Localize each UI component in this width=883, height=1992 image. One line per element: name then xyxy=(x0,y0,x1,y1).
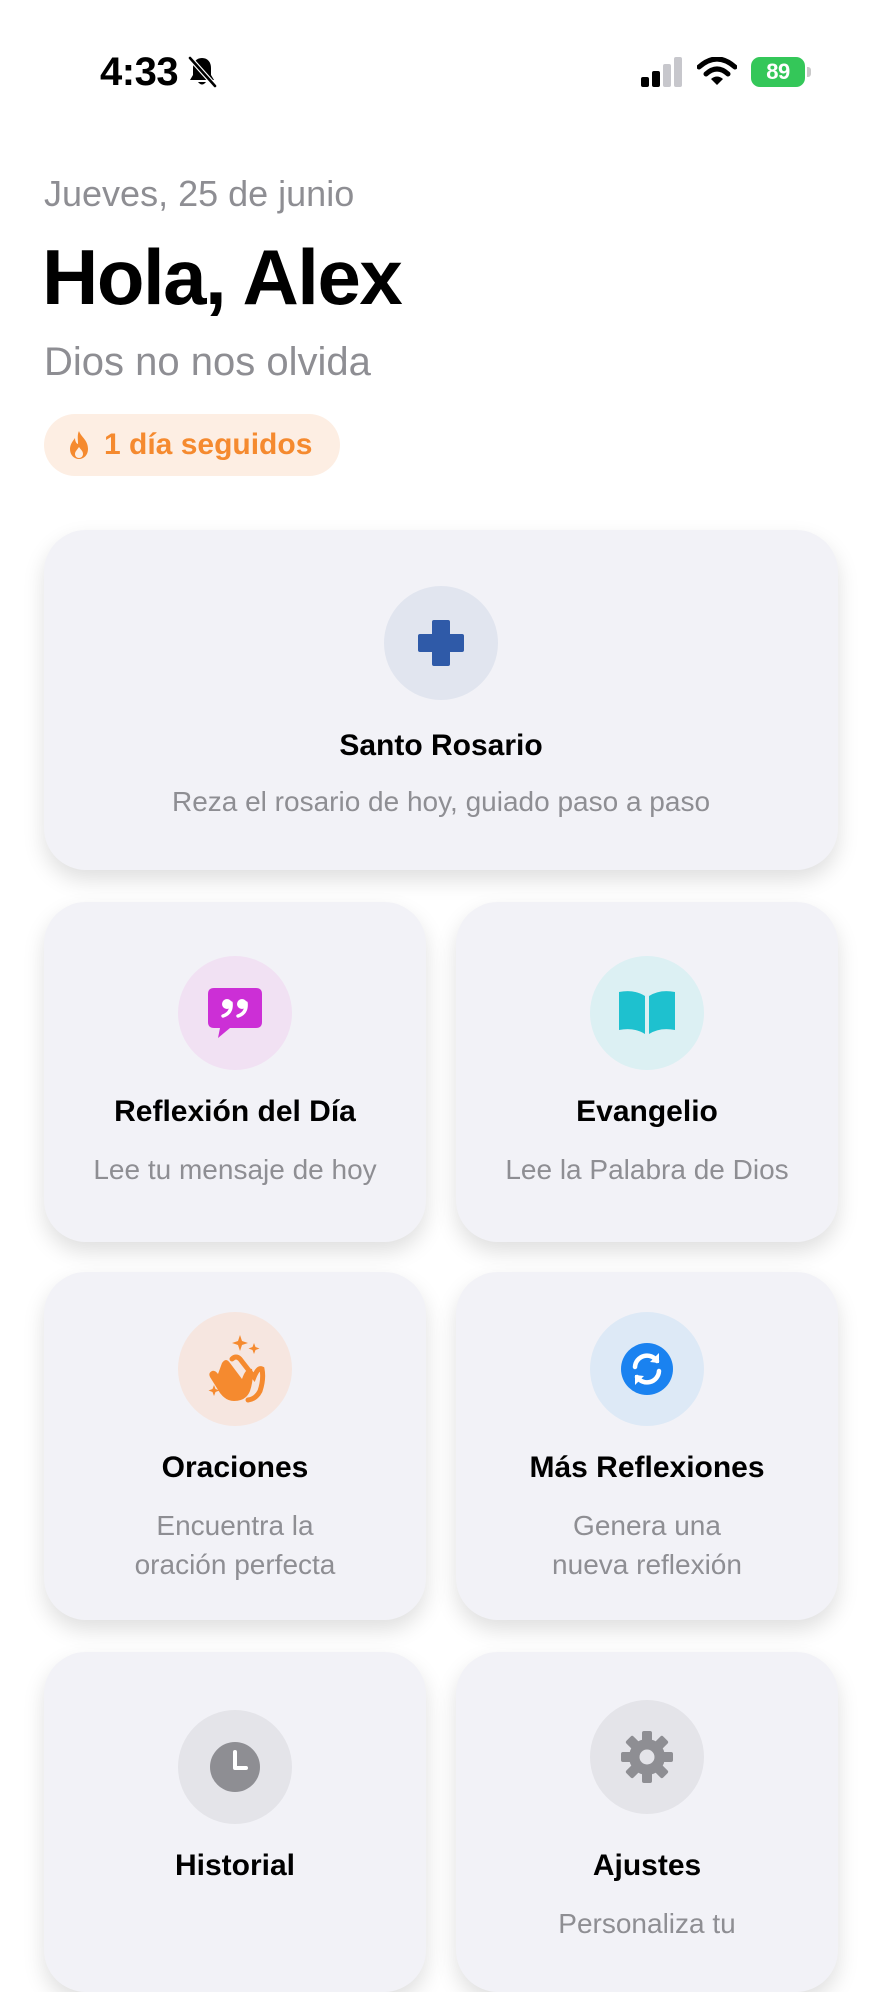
status-time: 4:33 xyxy=(100,50,179,94)
oraciones-icon-circle xyxy=(178,1312,292,1426)
mas-reflexiones-desc: Genera una nueva reflexión xyxy=(476,1506,818,1584)
mas-reflexiones-desc-line2: nueva reflexión xyxy=(552,1549,742,1580)
ajustes-icon-circle xyxy=(590,1700,704,1814)
battery-cap xyxy=(807,67,811,77)
evangelio-title: Evangelio xyxy=(576,1095,718,1128)
status-bar: 4:33 89 xyxy=(0,0,883,140)
reflexion-title: Reflexión del Día xyxy=(114,1095,356,1128)
greeting-title: Hola, Alex xyxy=(42,233,403,321)
refresh-icon xyxy=(621,1343,673,1395)
card-oraciones[interactable]: Oraciones Encuentra la oración perfecta xyxy=(44,1272,426,1620)
battery-level: 89 xyxy=(766,59,790,84)
streak-text: 1 día seguidos xyxy=(104,428,313,461)
greeting-subtitle: Dios no nos olvida xyxy=(44,340,371,384)
flame-icon xyxy=(70,431,88,459)
clapping-hands-icon xyxy=(208,1335,266,1403)
historial-icon-circle xyxy=(178,1710,292,1824)
signal-icon xyxy=(641,57,682,87)
card-evangelio[interactable]: Evangelio Lee la Palabra de Dios xyxy=(456,902,838,1242)
plus-icon xyxy=(418,620,464,666)
gear-icon xyxy=(621,1731,673,1783)
card-santo-rosario[interactable]: Santo Rosario Reza el rosario de hoy, gu… xyxy=(44,530,838,870)
card-historial[interactable]: Historial xyxy=(44,1652,426,1992)
oraciones-desc-line1: Encuentra la xyxy=(156,1510,314,1541)
oraciones-desc: Encuentra la oración perfecta xyxy=(64,1506,406,1584)
rosario-icon-circle xyxy=(384,586,498,700)
ajustes-desc: Personaliza tu xyxy=(558,1908,736,1939)
mas-reflexiones-icon-circle xyxy=(590,1312,704,1426)
ajustes-title: Ajustes xyxy=(592,1849,702,1882)
card-mas-reflexiones[interactable]: Más Reflexiones Genera una nueva reflexi… xyxy=(456,1272,838,1620)
wifi-icon xyxy=(697,57,737,85)
status-time-group: 4:33 xyxy=(100,48,218,96)
evangelio-desc: Lee la Palabra de Dios xyxy=(505,1154,789,1185)
bell-off-icon xyxy=(187,55,218,89)
quote-bubble-icon xyxy=(208,988,262,1038)
oraciones-title: Oraciones xyxy=(161,1451,309,1484)
reflexion-desc: Lee tu mensaje de hoy xyxy=(93,1154,377,1185)
open-book-icon xyxy=(619,991,675,1034)
evangelio-icon-circle xyxy=(590,956,704,1070)
reflexion-icon-circle xyxy=(178,956,292,1070)
mas-reflexiones-desc-line1: Genera una xyxy=(573,1510,721,1541)
clock-icon xyxy=(210,1742,260,1792)
rosario-desc: Reza el rosario de hoy, guiado paso a pa… xyxy=(171,786,711,817)
card-ajustes[interactable]: Ajustes Personaliza tu xyxy=(456,1652,838,1992)
status-icons: 89 xyxy=(641,52,811,92)
mas-reflexiones-title: Más Reflexiones xyxy=(529,1451,765,1484)
battery-indicator: 89 xyxy=(751,57,811,87)
oraciones-desc-line2: oración perfecta xyxy=(134,1549,336,1580)
rosario-title: Santo Rosario xyxy=(339,729,543,762)
streak-badge: 1 día seguidos xyxy=(44,414,341,476)
historial-title: Historial xyxy=(174,1849,296,1882)
card-reflexion-del-dia[interactable]: Reflexión del Día Lee tu mensaje de hoy xyxy=(44,902,426,1242)
date-label: Jueves, 25 de junio xyxy=(44,173,355,214)
